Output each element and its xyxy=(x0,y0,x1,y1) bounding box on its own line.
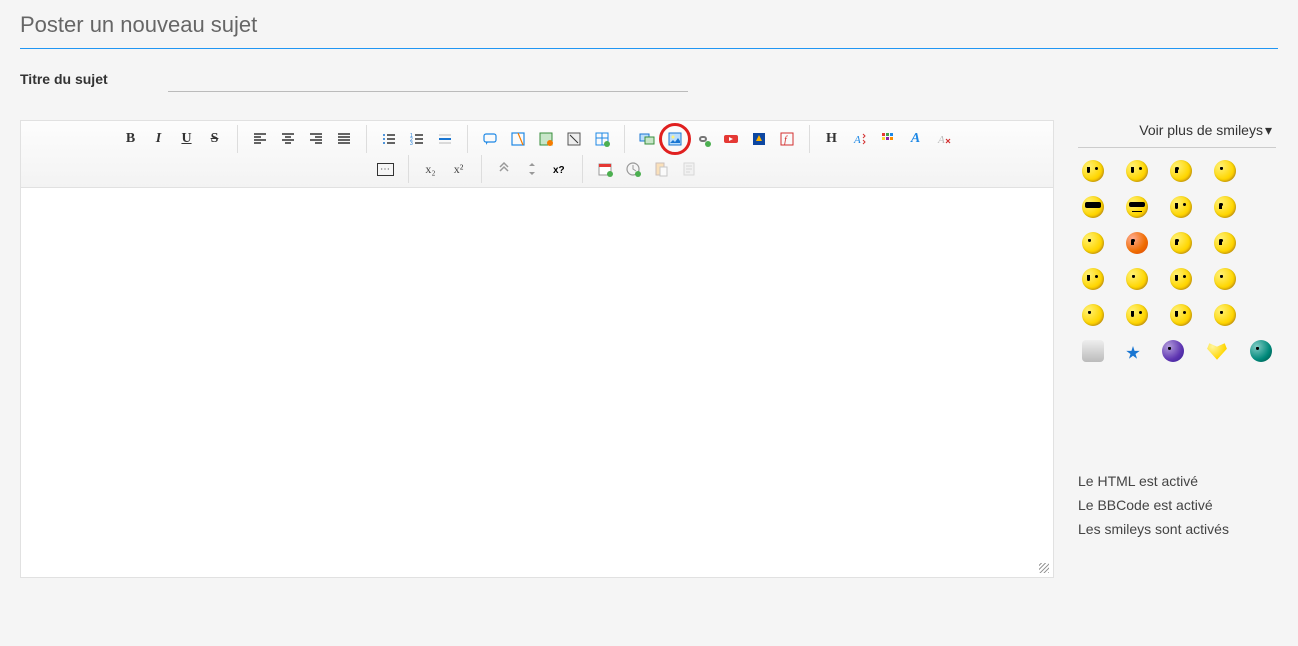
smiley-mad[interactable] xyxy=(1214,196,1236,218)
resize-handle[interactable] xyxy=(21,563,1053,577)
smiley-arrow[interactable] xyxy=(1170,304,1192,326)
subject-input[interactable] xyxy=(168,71,688,92)
status-bbcode: Le BBCode est activé xyxy=(1078,494,1278,518)
smileys-panel: Voir plus de smileys▾ xyxy=(1078,120,1278,460)
smiley-love[interactable] xyxy=(1206,340,1228,362)
smiley-geek[interactable] xyxy=(1082,340,1104,362)
insert-image-button[interactable] xyxy=(661,125,689,153)
ordered-list-button[interactable]: 123 xyxy=(403,125,431,153)
svg-text:3: 3 xyxy=(410,141,413,147)
smiley-twisted[interactable] xyxy=(1082,268,1104,290)
smiley-embarrassed[interactable] xyxy=(1126,232,1148,254)
flash-button[interactable]: f xyxy=(773,125,801,153)
svg-text:x?: x? xyxy=(553,165,565,176)
paste-button[interactable] xyxy=(647,155,675,183)
superscript-button[interactable]: x² xyxy=(445,155,473,183)
hr-button[interactable] xyxy=(431,125,459,153)
message-textarea[interactable] xyxy=(21,188,1053,558)
smiley-laughing[interactable] xyxy=(1170,196,1192,218)
align-left-button[interactable] xyxy=(246,125,274,153)
youtube-button[interactable] xyxy=(717,125,745,153)
header-button[interactable]: H xyxy=(818,125,846,153)
smiley-star[interactable] xyxy=(1126,346,1140,360)
status-list: Le HTML est activé Le BBCode est activé … xyxy=(1078,470,1278,541)
italic-button[interactable]: I xyxy=(145,125,173,153)
smiley-shocked[interactable] xyxy=(1082,196,1104,218)
font-size-button[interactable]: A xyxy=(846,125,874,153)
underline-button[interactable]: U xyxy=(173,125,201,153)
more-smileys-dropdown[interactable]: Voir plus de smileys▾ xyxy=(1078,120,1276,148)
page-heading: Poster un nouveau sujet xyxy=(20,12,1278,49)
link-button[interactable] xyxy=(689,125,717,153)
table-button[interactable] xyxy=(588,125,616,153)
editor-toolbar: B I U S 123 xyxy=(21,121,1053,188)
smiley-surprised[interactable] xyxy=(1214,160,1236,182)
time-button[interactable] xyxy=(619,155,647,183)
bold-button[interactable]: B xyxy=(117,125,145,153)
hidden-button[interactable] xyxy=(560,125,588,153)
host-image-button[interactable] xyxy=(633,125,661,153)
smiley-neutral[interactable] xyxy=(1214,304,1236,326)
align-center-button[interactable] xyxy=(274,125,302,153)
align-right-button[interactable] xyxy=(302,125,330,153)
smiley-very-happy[interactable] xyxy=(1082,160,1104,182)
sidebar: Voir plus de smileys▾ xyxy=(1078,120,1278,578)
dailymotion-button[interactable] xyxy=(745,125,773,153)
status-html: Le HTML est activé xyxy=(1078,470,1278,494)
remove-format-button[interactable]: A xyxy=(930,125,958,153)
align-justify-button[interactable] xyxy=(330,125,358,153)
quote-button[interactable] xyxy=(476,125,504,153)
smiley-no[interactable] xyxy=(1162,340,1184,362)
smiley-cool[interactable] xyxy=(1126,196,1148,218)
spoiler-button[interactable] xyxy=(532,125,560,153)
smiley-exclaim[interactable] xyxy=(1214,268,1236,290)
more-button[interactable]: ⋯ xyxy=(372,155,400,183)
svg-text:A: A xyxy=(937,134,945,146)
scroll-button[interactable] xyxy=(490,155,518,183)
font-color-button[interactable] xyxy=(874,125,902,153)
smiley-wink[interactable] xyxy=(1170,268,1192,290)
unordered-list-button[interactable] xyxy=(375,125,403,153)
code-button[interactable] xyxy=(504,125,532,153)
date-button[interactable] xyxy=(591,155,619,183)
subject-label: Titre du sujet xyxy=(20,71,108,87)
smiley-question[interactable] xyxy=(1082,304,1104,326)
smiley-smile[interactable] xyxy=(1126,160,1148,182)
smiley-suspect[interactable] xyxy=(1250,340,1272,362)
smiley-sad[interactable] xyxy=(1170,160,1192,182)
status-smileys: Les smileys sont activés xyxy=(1078,518,1278,542)
updown-button[interactable] xyxy=(518,155,546,183)
subject-row: Titre du sujet xyxy=(20,71,1278,92)
editor-panel: B I U S 123 xyxy=(20,120,1054,578)
smiley-idea[interactable] xyxy=(1126,304,1148,326)
chevron-down-icon: ▾ xyxy=(1265,122,1272,138)
smiley-evil[interactable] xyxy=(1214,232,1236,254)
random-button[interactable]: x? xyxy=(546,155,574,183)
svg-text:A: A xyxy=(853,134,861,146)
smiley-razz[interactable] xyxy=(1082,232,1104,254)
source-button[interactable] xyxy=(675,155,703,183)
subscript-button[interactable]: x₂ xyxy=(417,155,445,183)
smiley-crying[interactable] xyxy=(1170,232,1192,254)
strike-button[interactable]: S xyxy=(201,125,229,153)
smiley-rolling[interactable] xyxy=(1126,268,1148,290)
svg-text:f: f xyxy=(784,135,788,146)
font-family-button[interactable]: A xyxy=(902,125,930,153)
